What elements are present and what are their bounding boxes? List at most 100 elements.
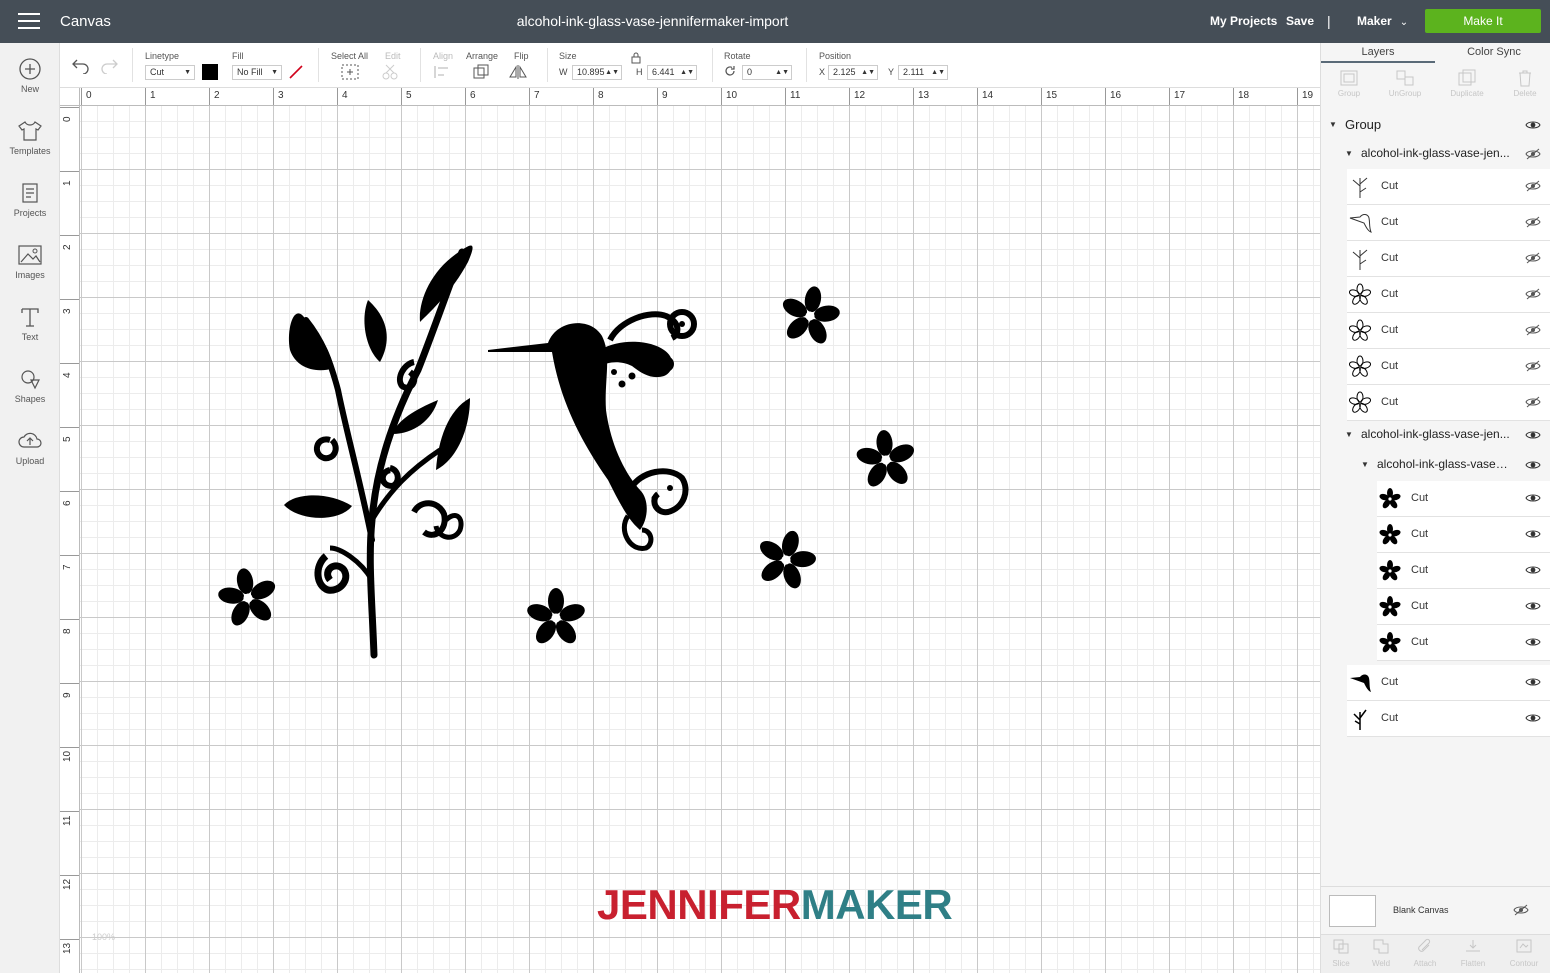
make-it-button[interactable]: Make It — [1425, 9, 1541, 33]
no-fill-swatch-icon[interactable] — [288, 64, 304, 80]
eye-icon[interactable] — [1525, 459, 1541, 471]
flower-2[interactable] — [852, 427, 920, 492]
linetype-select[interactable]: Cut ▼ — [145, 65, 195, 80]
my-projects-link[interactable]: My Projects — [1210, 14, 1277, 28]
stepper-icon[interactable]: ▲▼ — [861, 66, 875, 79]
collapse-triangle-icon[interactable]: ▼ — [1329, 120, 1337, 129]
layer-row[interactable]: Cut — [1347, 169, 1550, 205]
layer-row[interactable]: Cut — [1377, 553, 1550, 589]
rotate-icon — [725, 66, 735, 76]
eye-hidden-icon[interactable] — [1525, 216, 1541, 228]
layer-row[interactable]: Cut — [1347, 241, 1550, 277]
eye-icon[interactable] — [1525, 600, 1541, 612]
tab-color-sync[interactable]: Color Sync — [1437, 43, 1550, 63]
action-label: Delete — [1513, 89, 1537, 98]
eye-hidden-icon[interactable] — [1525, 360, 1541, 372]
eye-icon[interactable] — [1525, 119, 1541, 131]
stepper-icon[interactable]: ▲▼ — [775, 66, 789, 79]
eye-icon[interactable] — [1525, 564, 1541, 576]
layer-row[interactable]: Cut — [1347, 701, 1550, 737]
layer-row[interactable]: Cut — [1347, 205, 1550, 241]
blank-canvas-row[interactable]: Blank Canvas — [1321, 886, 1550, 934]
width-input[interactable]: 10.895 ▲▼ — [572, 65, 622, 80]
layer-subgroup-header[interactable]: ▼ alcohol-ink-glass-vase-j... — [1321, 449, 1550, 481]
undo-icon[interactable] — [70, 56, 92, 74]
layer-row[interactable]: Cut — [1347, 349, 1550, 385]
design-canvas[interactable]: 100% JENNIFERMAKER — [80, 106, 1320, 973]
zoom-level[interactable]: 100% — [92, 932, 115, 942]
flower-1[interactable] — [774, 281, 846, 350]
eye-hidden-icon[interactable] — [1525, 180, 1541, 192]
ruler-tick — [60, 427, 79, 428]
arrange-icon[interactable] — [471, 63, 493, 81]
hummingbird-design[interactable] — [488, 309, 697, 551]
menu-icon[interactable] — [18, 13, 40, 30]
layer-row[interactable]: Cut — [1347, 277, 1550, 313]
layer-row[interactable]: Cut — [1377, 589, 1550, 625]
toolbar-divider — [420, 48, 421, 82]
toolbar-divider — [318, 48, 319, 82]
ruler-tick-label: 2 — [214, 90, 220, 101]
y-input[interactable]: 2.111 ▲▼ — [898, 65, 948, 80]
eye-icon[interactable] — [1525, 676, 1541, 688]
sidebar-item-text[interactable]: Text — [0, 305, 60, 361]
eye-hidden-icon[interactable] — [1525, 396, 1541, 408]
flip-icon[interactable] — [508, 63, 530, 81]
layer-thumbnail — [1349, 214, 1372, 233]
eye-hidden-icon[interactable] — [1525, 324, 1541, 336]
eye-hidden-icon[interactable] — [1525, 288, 1541, 300]
fill-select[interactable]: No Fill ▼ — [232, 65, 282, 80]
sidebar-item-shapes[interactable]: Shapes — [0, 367, 60, 423]
collapse-triangle-icon[interactable]: ▼ — [1345, 149, 1353, 158]
layer-subgroup-header[interactable]: ▼ alcohol-ink-glass-vase-jen... — [1321, 139, 1550, 169]
layer-group-header[interactable]: ▼ Group — [1321, 111, 1550, 139]
lock-icon[interactable] — [631, 52, 641, 64]
layer-row[interactable]: Cut — [1377, 517, 1550, 553]
eye-hidden-icon[interactable] — [1525, 148, 1541, 160]
eye-icon[interactable] — [1525, 528, 1541, 540]
sidebar-item-templates[interactable]: Templates — [0, 119, 60, 175]
tab-layers[interactable]: Layers — [1321, 43, 1435, 63]
eye-icon[interactable] — [1525, 636, 1541, 648]
save-link[interactable]: Save — [1286, 14, 1314, 28]
eye-icon[interactable] — [1525, 712, 1541, 724]
eye-icon[interactable] — [1525, 429, 1541, 441]
vine-design[interactable] — [284, 245, 473, 659]
collapse-triangle-icon[interactable]: ▼ — [1361, 460, 1369, 469]
rotate-input[interactable]: 0 ▲▼ — [742, 65, 792, 80]
layer-row[interactable]: Cut — [1347, 313, 1550, 349]
sidebar-item-new[interactable]: New — [0, 57, 60, 113]
design-artwork[interactable] — [80, 106, 1320, 973]
ruler-tick-label: 12 — [854, 90, 866, 101]
layer-row[interactable]: Cut — [1377, 625, 1550, 661]
attach-action: Attach — [1405, 938, 1445, 968]
collapse-triangle-icon[interactable]: ▼ — [1345, 430, 1353, 439]
stepper-icon[interactable]: ▲▼ — [605, 66, 619, 79]
stepper-icon[interactable]: ▲▼ — [680, 66, 694, 79]
blank-canvas-swatch[interactable] — [1329, 895, 1376, 927]
flower-3[interactable] — [748, 522, 824, 597]
height-input[interactable]: 6.441 ▲▼ — [647, 65, 697, 80]
flower-5[interactable] — [212, 563, 284, 632]
flower-4[interactable] — [524, 588, 588, 647]
layer-row[interactable]: Cut — [1347, 665, 1550, 701]
select-all-icon[interactable] — [339, 63, 361, 81]
duplicate-action: Duplicate — [1439, 65, 1495, 105]
x-input[interactable]: 2.125 ▲▼ — [828, 65, 878, 80]
eye-icon[interactable] — [1525, 492, 1541, 504]
layer-subgroup-header[interactable]: ▼ alcohol-ink-glass-vase-jen... — [1321, 421, 1550, 449]
ruler-tick — [721, 88, 722, 105]
machine-select[interactable]: Maker ⌄ — [1357, 14, 1408, 28]
redo-icon[interactable] — [98, 56, 120, 74]
linetype-color-swatch[interactable] — [202, 64, 218, 80]
layer-row[interactable]: Cut — [1347, 385, 1550, 421]
sidebar-item-upload[interactable]: Upload — [0, 429, 60, 485]
sidebar-item-projects[interactable]: Projects — [0, 181, 60, 237]
ruler-tick-label: 11 — [790, 90, 801, 101]
projects-icon — [22, 183, 38, 203]
eye-hidden-icon[interactable] — [1525, 252, 1541, 264]
sidebar-item-images[interactable]: Images — [0, 243, 60, 299]
layer-row[interactable]: Cut — [1377, 481, 1550, 517]
eye-hidden-icon[interactable] — [1513, 904, 1529, 916]
stepper-icon[interactable]: ▲▼ — [931, 66, 945, 79]
